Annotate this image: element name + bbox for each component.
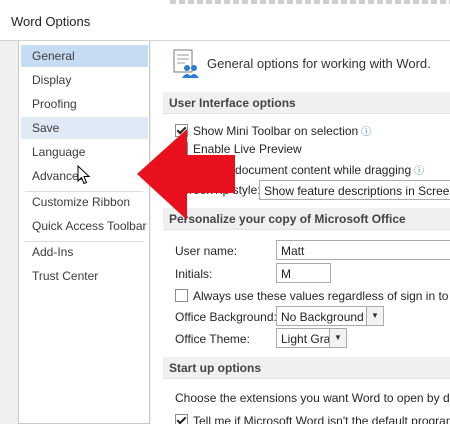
office-theme-label: Office Theme: bbox=[175, 332, 250, 346]
info-icon: ⓘ bbox=[414, 166, 425, 177]
office-background-dropdown[interactable]: No Background ▼ bbox=[276, 306, 384, 326]
initials-input[interactable]: M bbox=[276, 263, 331, 283]
tell-me-default-option[interactable]: Tell me if Microsoft Word isn't the defa… bbox=[175, 414, 450, 424]
chevron-down-icon[interactable]: ▼ bbox=[329, 329, 346, 347]
always-use-option[interactable]: Always use these values regardless of si… bbox=[175, 289, 450, 303]
username-input[interactable]: Matt bbox=[276, 240, 450, 260]
chevron-down-icon[interactable]: ▼ bbox=[366, 307, 383, 325]
sidebar-item-general[interactable]: General bbox=[21, 45, 148, 67]
sidebar-item-trust-center[interactable]: Trust Center bbox=[21, 265, 148, 287]
dialog-frame: General Display Proofing Save Language A… bbox=[0, 41, 450, 424]
page-title: General options for working with Word. bbox=[207, 56, 431, 71]
sidebar-item-customize-ribbon[interactable]: Customize Ribbon bbox=[21, 191, 148, 213]
always-use-checkbox[interactable] bbox=[175, 289, 188, 302]
mouse-pointer-icon bbox=[77, 165, 91, 185]
extensions-description: Choose the extensions you want Word to o… bbox=[175, 391, 450, 405]
sidebar-item-proofing[interactable]: Proofing bbox=[21, 93, 148, 115]
background-document-strip bbox=[170, 0, 450, 4]
office-background-value: No Background bbox=[281, 310, 364, 324]
red-arrow-annotation bbox=[137, 129, 235, 220]
office-theme-dropdown[interactable]: Light Gray ▼ bbox=[276, 328, 347, 348]
sidebar-item-save[interactable]: Save bbox=[21, 117, 148, 139]
sidebar-item-quick-access-toolbar[interactable]: Quick Access Toolbar bbox=[21, 215, 148, 237]
initials-label: Initials: bbox=[175, 267, 213, 281]
title-bar: Word Options bbox=[0, 0, 450, 41]
username-label: User name: bbox=[175, 244, 238, 258]
tell-me-default-label: Tell me if Microsoft Word isn't the defa… bbox=[193, 414, 450, 424]
general-options-panel: General options for working with Word. U… bbox=[151, 41, 450, 424]
section-header-startup: Start up options bbox=[163, 357, 450, 379]
window-title: Word Options bbox=[11, 14, 91, 29]
general-options-icon bbox=[173, 49, 199, 78]
info-icon: ⓘ bbox=[361, 127, 372, 138]
screentip-style-value: Show feature descriptions in ScreenTips bbox=[264, 184, 450, 198]
office-background-label: Office Background: bbox=[175, 310, 277, 324]
options-sidebar: General Display Proofing Save Language A… bbox=[18, 41, 150, 424]
sidebar-item-display[interactable]: Display bbox=[21, 69, 148, 91]
tell-me-default-checkbox[interactable] bbox=[175, 414, 188, 424]
always-use-label: Always use these values regardless of si… bbox=[193, 289, 450, 303]
sidebar-item-language[interactable]: Language bbox=[21, 141, 148, 163]
sidebar-item-add-ins[interactable]: Add-Ins bbox=[21, 241, 148, 263]
section-header-ui-options: User Interface options bbox=[163, 92, 450, 114]
screentip-style-dropdown[interactable]: Show feature descriptions in ScreenTips bbox=[259, 180, 450, 200]
